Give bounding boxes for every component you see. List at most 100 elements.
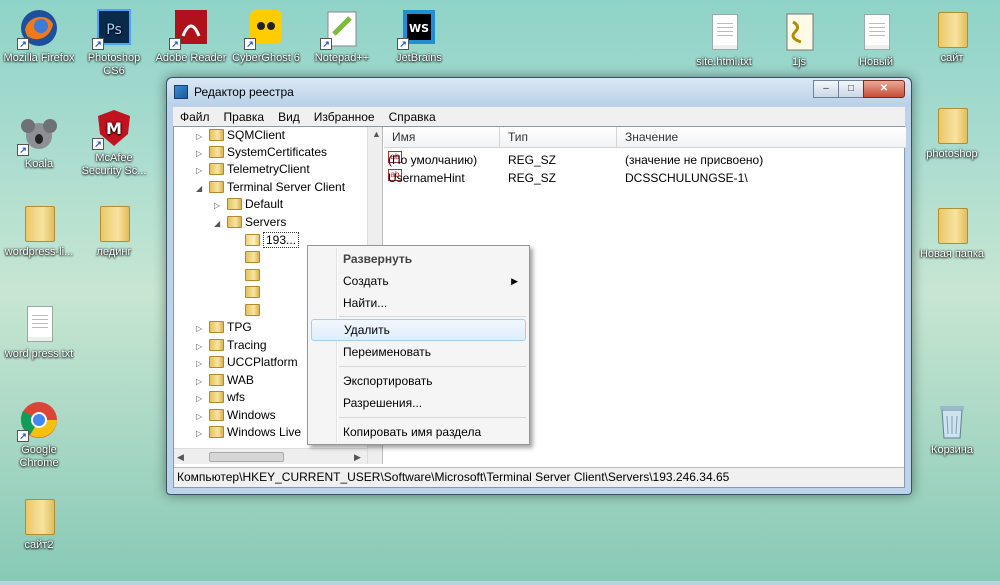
expand-arrow-icon[interactable]: ▷: [196, 145, 206, 162]
column-header-value[interactable]: Значение: [617, 127, 906, 148]
desktop-icon-sait-folder[interactable]: сайт: [916, 6, 988, 65]
desktop-icon-cyberghost[interactable]: ↗ CyberGhost 6: [230, 6, 302, 65]
menu-file[interactable]: Файл: [173, 110, 217, 124]
menu-favorites[interactable]: Избранное: [307, 110, 382, 124]
column-header-type[interactable]: Тип: [500, 127, 617, 148]
expand-arrow-icon[interactable]: ▷: [214, 197, 224, 214]
tree-item-server-193-selected[interactable]: 193...: [232, 232, 300, 249]
desktop-icon-label: сайт2: [24, 539, 54, 551]
desktop-icon-recycle-bin[interactable]: Корзина: [916, 398, 988, 457]
desktop-icon-label: Koala: [24, 158, 54, 170]
tree-item-default[interactable]: ▷ Default: [214, 196, 283, 213]
value-name: UsernameHint: [388, 171, 465, 185]
tree-item-server-hidden[interactable]: [232, 267, 263, 284]
tree-item-tracing[interactable]: ▷ Tracing: [196, 337, 267, 354]
jetbrains-icon: WS ↗: [397, 6, 441, 50]
expand-arrow-icon[interactable]: ▷: [196, 162, 206, 179]
desktop-icon-label: сайт: [940, 52, 964, 64]
collapse-arrow-icon[interactable]: ◢: [214, 215, 224, 232]
desktop-icon-label: site.html.txt: [696, 56, 752, 68]
expand-arrow-icon[interactable]: ▷: [196, 320, 206, 337]
tree-item-wab[interactable]: ▷ WAB: [196, 372, 254, 389]
shortcut-arrow-icon: ↗: [17, 430, 29, 442]
expand-arrow-icon[interactable]: ▷: [196, 390, 206, 407]
desktop-icon-new-folder[interactable]: Новая папка: [916, 202, 988, 261]
minimize-button[interactable]: –: [813, 80, 839, 98]
tree-item-uccplatform[interactable]: ▷ UCCPlatform: [196, 354, 298, 371]
tree-item-servers[interactable]: ◢ Servers: [214, 214, 286, 231]
desktop-icon-photoshop[interactable]: Ps ↗ Photoshop CS6: [78, 6, 150, 78]
folder-icon: [17, 200, 61, 244]
tree-item-systemcertificates[interactable]: ▷ SystemCertificates: [196, 144, 327, 161]
menu-item-find[interactable]: Найти...: [311, 292, 526, 314]
value-row[interactable]: ab UsernameHint REG_SZ DCSSCHULUNGSE-1\: [384, 169, 904, 187]
tree-item-wfs[interactable]: ▷ wfs: [196, 389, 245, 406]
menu-item-delete[interactable]: Удалить: [311, 319, 526, 341]
menu-edit[interactable]: Правка: [217, 110, 272, 124]
menu-item-export[interactable]: Экспортировать: [311, 370, 526, 392]
folder-icon: [209, 339, 224, 351]
shortcut-arrow-icon: ↗: [320, 38, 332, 50]
desktop-icon-site2-folder[interactable]: сайт2: [3, 493, 75, 552]
menu-item-rename[interactable]: Переименовать: [311, 341, 526, 363]
scroll-right-icon[interactable]: ▶: [354, 452, 361, 463]
tree-item-tpg[interactable]: ▷ TPG: [196, 319, 252, 336]
menu-item-permissions[interactable]: Разрешения...: [311, 392, 526, 414]
expand-arrow-icon[interactable]: ▷: [196, 373, 206, 390]
menu-item-create[interactable]: Создать ▶: [311, 270, 526, 292]
cyberghost-icon: ↗: [244, 6, 288, 50]
chrome-icon: ↗: [17, 398, 61, 442]
desktop-icon-adobe-reader[interactable]: ↗ Adobe Reader: [155, 6, 227, 65]
maximize-button[interactable]: □: [838, 80, 864, 98]
scroll-thumb[interactable]: [209, 452, 284, 462]
desktop-icon-novyi[interactable]: Новый: [840, 10, 912, 69]
desktop-icon-firefox[interactable]: ↗ Mozilla Firefox: [3, 6, 75, 65]
tree-item-windows-live[interactable]: ▷ Windows Live: [196, 424, 301, 441]
close-button[interactable]: ✕: [863, 80, 905, 98]
desktop-icon-jetbrains[interactable]: WS ↗ JetBrains: [383, 6, 455, 65]
expand-arrow-icon[interactable]: ▷: [196, 408, 206, 425]
scroll-up-icon[interactable]: ▲: [372, 129, 381, 139]
collapse-arrow-icon[interactable]: ◢: [196, 180, 206, 197]
expand-arrow-icon[interactable]: ▷: [196, 128, 206, 145]
value-row[interactable]: ab (По умолчанию) REG_SZ (значение не при…: [384, 151, 904, 169]
expand-arrow-icon[interactable]: ▷: [196, 338, 206, 355]
folder-icon: [930, 102, 974, 146]
folder-icon: [227, 198, 242, 210]
registry-editor-window: Редактор реестра – □ ✕ Файл Правка Вид И…: [166, 77, 912, 495]
scroll-left-icon[interactable]: ◀: [177, 452, 184, 463]
desktop-icon-wordpress-txt[interactable]: word press.txt: [3, 302, 75, 361]
desktop-icon-site-html[interactable]: site.html.txt: [688, 10, 760, 69]
expand-arrow-icon[interactable]: ▷: [196, 425, 206, 442]
tree-item-server-hidden[interactable]: [232, 284, 263, 301]
desktop-icon-koala[interactable]: ↗ Koala: [3, 112, 75, 171]
value-type: REG_SZ: [508, 153, 557, 167]
menu-help[interactable]: Справка: [382, 110, 443, 124]
shortcut-arrow-icon: ↗: [17, 38, 29, 50]
recycle-bin-icon: [930, 398, 974, 442]
tree-item-terminal-server-client[interactable]: ◢ Terminal Server Client: [196, 179, 345, 196]
desktop-icon-1js[interactable]: 1js: [763, 10, 835, 69]
menu-separator: [339, 316, 526, 317]
expand-arrow-icon[interactable]: ▷: [196, 355, 206, 372]
tree-item-telemetryclient[interactable]: ▷ TelemetryClient: [196, 161, 310, 178]
value-name: (По умолчанию): [388, 153, 478, 167]
window-titlebar[interactable]: Редактор реестра – □ ✕: [167, 78, 911, 106]
tree-item-server-hidden[interactable]: [232, 249, 263, 266]
desktop-icon-notepadpp[interactable]: ↗ Notepad++: [306, 6, 378, 65]
tree-horizontal-scrollbar[interactable]: ◀ ▶: [174, 448, 367, 464]
desktop-icon-chrome[interactable]: ↗ Google Chrome: [3, 398, 75, 470]
desktop-icon-photoshop-folder[interactable]: photoshop: [916, 102, 988, 161]
menu-item-copy-key-name[interactable]: Копировать имя раздела: [311, 421, 526, 443]
tree-item-server-hidden[interactable]: [232, 302, 263, 319]
tree-item-sqmclient[interactable]: ▷ SQMClient: [196, 127, 285, 144]
desktop-icon-leding-folder[interactable]: лединг: [78, 200, 150, 259]
menu-bar: Файл Правка Вид Избранное Справка: [173, 107, 905, 126]
desktop-icon-mcafee[interactable]: M ↗ McAfee Security Sc...: [78, 106, 150, 178]
shortcut-arrow-icon: ↗: [397, 38, 409, 50]
menu-view[interactable]: Вид: [271, 110, 307, 124]
tree-item-windows[interactable]: ▷ Windows: [196, 407, 276, 424]
column-header-name[interactable]: Имя: [384, 127, 500, 148]
desktop-icon-wordpress-folder[interactable]: wordpress-li...: [3, 200, 75, 259]
menu-item-expand[interactable]: Развернуть: [311, 248, 526, 270]
